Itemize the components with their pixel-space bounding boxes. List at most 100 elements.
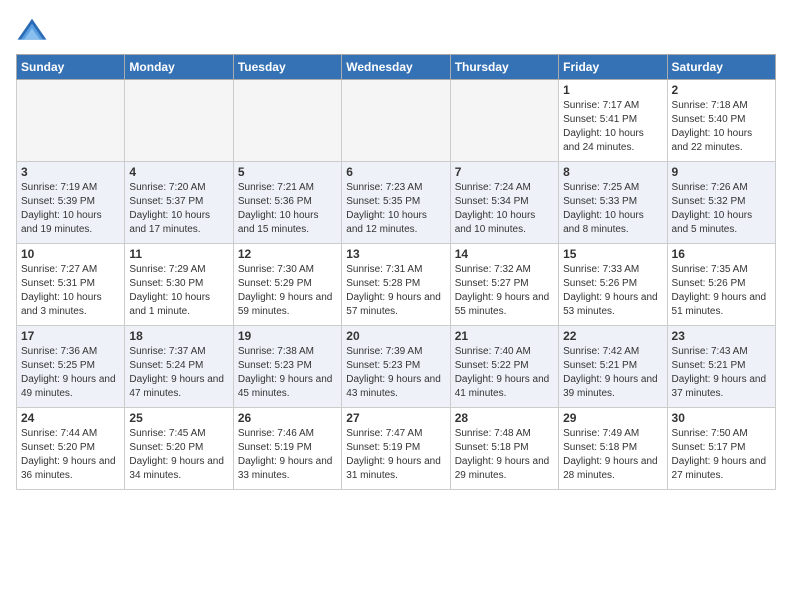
calendar-table: SundayMondayTuesdayWednesdayThursdayFrid… bbox=[16, 54, 776, 490]
calendar-cell: 14Sunrise: 7:32 AM Sunset: 5:27 PM Dayli… bbox=[450, 244, 558, 326]
header-row: SundayMondayTuesdayWednesdayThursdayFrid… bbox=[17, 55, 776, 80]
header-day: Thursday bbox=[450, 55, 558, 80]
calendar-cell: 27 Sunrise: 7:47 AM Sunset: 5:19 PM Dayli… bbox=[342, 408, 450, 490]
calendar-cell: 26 Sunrise: 7:46 AM Sunset: 5:19 PM Dayli… bbox=[233, 408, 341, 490]
day-info: Sunrise: 7:25 AM Sunset: 5:33 PM Dayligh… bbox=[563, 181, 662, 237]
day-number: 7 bbox=[455, 165, 554, 179]
day-info: Sunrise: 7:43 AM Sunset: 5:21 PM Dayligh… bbox=[672, 345, 771, 401]
day-info: Sunrise: 7:19 AM Sunset: 5:39 PM Dayligh… bbox=[21, 181, 120, 237]
day-number: 16 bbox=[672, 247, 771, 261]
header-day: Saturday bbox=[667, 55, 775, 80]
calendar-week: 1 Sunrise: 7:17 AM Sunset: 5:41 PM Daylig… bbox=[17, 80, 776, 162]
day-info: Sunrise: 7:33 AM Sunset: 5:26 PM Dayligh… bbox=[563, 263, 662, 319]
day-number: 26 bbox=[238, 411, 337, 425]
calendar-cell: 29 Sunrise: 7:49 AM Sunset: 5:18 PM Dayli… bbox=[559, 408, 667, 490]
calendar-cell: 7 Sunrise: 7:24 AM Sunset: 5:34 PM Daylig… bbox=[450, 162, 558, 244]
day-info: Sunrise: 7:23 AM Sunset: 5:35 PM Dayligh… bbox=[346, 181, 445, 237]
calendar-cell: 1 Sunrise: 7:17 AM Sunset: 5:41 PM Daylig… bbox=[559, 80, 667, 162]
day-number: 8 bbox=[563, 165, 662, 179]
day-number: 30 bbox=[672, 411, 771, 425]
day-info: Sunrise: 7:45 AM Sunset: 5:20 PM Dayligh… bbox=[129, 427, 228, 483]
calendar-cell: 21 Sunrise: 7:40 AM Sunset: 5:22 PM Dayli… bbox=[450, 326, 558, 408]
day-info: Sunrise: 7:30 AM Sunset: 5:29 PM Dayligh… bbox=[238, 263, 337, 319]
day-info: Sunrise: 7:35 AM Sunset: 5:26 PM Dayligh… bbox=[672, 263, 771, 319]
calendar-cell: 3Sunrise: 7:19 AM Sunset: 5:39 PM Daylig… bbox=[17, 162, 125, 244]
day-number: 17 bbox=[21, 329, 120, 343]
day-number: 4 bbox=[129, 165, 228, 179]
calendar-cell: 2 Sunrise: 7:18 AM Sunset: 5:40 PM Daylig… bbox=[667, 80, 775, 162]
day-number: 22 bbox=[563, 329, 662, 343]
day-info: Sunrise: 7:42 AM Sunset: 5:21 PM Dayligh… bbox=[563, 345, 662, 401]
header-day: Monday bbox=[125, 55, 233, 80]
day-number: 12 bbox=[238, 247, 337, 261]
calendar-week: 10Sunrise: 7:27 AM Sunset: 5:31 PM Dayli… bbox=[17, 244, 776, 326]
calendar-cell: 20Sunrise: 7:39 AM Sunset: 5:23 PM Dayli… bbox=[342, 326, 450, 408]
calendar-cell bbox=[17, 80, 125, 162]
calendar-cell bbox=[342, 80, 450, 162]
header-day: Friday bbox=[559, 55, 667, 80]
calendar-cell: 10Sunrise: 7:27 AM Sunset: 5:31 PM Dayli… bbox=[17, 244, 125, 326]
day-number: 11 bbox=[129, 247, 228, 261]
logo bbox=[16, 16, 52, 44]
calendar-cell: 19 Sunrise: 7:38 AM Sunset: 5:23 PM Dayli… bbox=[233, 326, 341, 408]
day-number: 14 bbox=[455, 247, 554, 261]
calendar-cell: 16 Sunrise: 7:35 AM Sunset: 5:26 PM Dayli… bbox=[667, 244, 775, 326]
day-number: 24 bbox=[21, 411, 120, 425]
day-number: 18 bbox=[129, 329, 228, 343]
calendar-cell: 17 Sunrise: 7:36 AM Sunset: 5:25 PM Dayli… bbox=[17, 326, 125, 408]
day-number: 2 bbox=[672, 83, 771, 97]
day-info: Sunrise: 7:40 AM Sunset: 5:22 PM Dayligh… bbox=[455, 345, 554, 401]
calendar-cell: 30 Sunrise: 7:50 AM Sunset: 5:17 PM Dayli… bbox=[667, 408, 775, 490]
header-day: Wednesday bbox=[342, 55, 450, 80]
day-info: Sunrise: 7:36 AM Sunset: 5:25 PM Dayligh… bbox=[21, 345, 120, 401]
header-day: Sunday bbox=[17, 55, 125, 80]
calendar-cell: 15 Sunrise: 7:33 AM Sunset: 5:26 PM Dayli… bbox=[559, 244, 667, 326]
day-number: 27 bbox=[346, 411, 445, 425]
calendar-cell: 4 Sunrise: 7:20 AM Sunset: 5:37 PM Daylig… bbox=[125, 162, 233, 244]
day-number: 15 bbox=[563, 247, 662, 261]
day-number: 1 bbox=[563, 83, 662, 97]
calendar-week: 3Sunrise: 7:19 AM Sunset: 5:39 PM Daylig… bbox=[17, 162, 776, 244]
day-info: Sunrise: 7:50 AM Sunset: 5:17 PM Dayligh… bbox=[672, 427, 771, 483]
calendar-cell: 11 Sunrise: 7:29 AM Sunset: 5:30 PM Dayli… bbox=[125, 244, 233, 326]
calendar-week: 17 Sunrise: 7:36 AM Sunset: 5:25 PM Dayli… bbox=[17, 326, 776, 408]
calendar-cell: 5Sunrise: 7:21 AM Sunset: 5:36 PM Daylig… bbox=[233, 162, 341, 244]
day-info: Sunrise: 7:17 AM Sunset: 5:41 PM Dayligh… bbox=[563, 99, 662, 155]
day-info: Sunrise: 7:20 AM Sunset: 5:37 PM Dayligh… bbox=[129, 181, 228, 237]
day-info: Sunrise: 7:44 AM Sunset: 5:20 PM Dayligh… bbox=[21, 427, 120, 483]
day-number: 25 bbox=[129, 411, 228, 425]
day-info: Sunrise: 7:18 AM Sunset: 5:40 PM Dayligh… bbox=[672, 99, 771, 155]
header-day: Tuesday bbox=[233, 55, 341, 80]
day-info: Sunrise: 7:21 AM Sunset: 5:36 PM Dayligh… bbox=[238, 181, 337, 237]
day-number: 9 bbox=[672, 165, 771, 179]
day-number: 21 bbox=[455, 329, 554, 343]
calendar-cell: 24 Sunrise: 7:44 AM Sunset: 5:20 PM Dayli… bbox=[17, 408, 125, 490]
calendar-cell: 25 Sunrise: 7:45 AM Sunset: 5:20 PM Dayli… bbox=[125, 408, 233, 490]
day-number: 20 bbox=[346, 329, 445, 343]
calendar-cell: 28 Sunrise: 7:48 AM Sunset: 5:18 PM Dayli… bbox=[450, 408, 558, 490]
day-info: Sunrise: 7:48 AM Sunset: 5:18 PM Dayligh… bbox=[455, 427, 554, 483]
day-info: Sunrise: 7:26 AM Sunset: 5:32 PM Dayligh… bbox=[672, 181, 771, 237]
calendar-cell: 9 Sunrise: 7:26 AM Sunset: 5:32 PM Daylig… bbox=[667, 162, 775, 244]
page-header bbox=[16, 16, 776, 44]
day-number: 6 bbox=[346, 165, 445, 179]
day-info: Sunrise: 7:24 AM Sunset: 5:34 PM Dayligh… bbox=[455, 181, 554, 237]
calendar-cell: 18 Sunrise: 7:37 AM Sunset: 5:24 PM Dayli… bbox=[125, 326, 233, 408]
calendar-cell: 6 Sunrise: 7:23 AM Sunset: 5:35 PM Daylig… bbox=[342, 162, 450, 244]
day-info: Sunrise: 7:49 AM Sunset: 5:18 PM Dayligh… bbox=[563, 427, 662, 483]
calendar-cell: 23Sunrise: 7:43 AM Sunset: 5:21 PM Dayli… bbox=[667, 326, 775, 408]
day-info: Sunrise: 7:29 AM Sunset: 5:30 PM Dayligh… bbox=[129, 263, 228, 319]
day-info: Sunrise: 7:27 AM Sunset: 5:31 PM Dayligh… bbox=[21, 263, 120, 319]
day-number: 29 bbox=[563, 411, 662, 425]
day-info: Sunrise: 7:38 AM Sunset: 5:23 PM Dayligh… bbox=[238, 345, 337, 401]
day-info: Sunrise: 7:46 AM Sunset: 5:19 PM Dayligh… bbox=[238, 427, 337, 483]
day-number: 19 bbox=[238, 329, 337, 343]
calendar-cell: 13Sunrise: 7:31 AM Sunset: 5:28 PM Dayli… bbox=[342, 244, 450, 326]
calendar-cell: 12 Sunrise: 7:30 AM Sunset: 5:29 PM Dayli… bbox=[233, 244, 341, 326]
calendar-cell: 22 Sunrise: 7:42 AM Sunset: 5:21 PM Dayli… bbox=[559, 326, 667, 408]
day-number: 28 bbox=[455, 411, 554, 425]
day-info: Sunrise: 7:47 AM Sunset: 5:19 PM Dayligh… bbox=[346, 427, 445, 483]
day-info: Sunrise: 7:37 AM Sunset: 5:24 PM Dayligh… bbox=[129, 345, 228, 401]
calendar-week: 24 Sunrise: 7:44 AM Sunset: 5:20 PM Dayli… bbox=[17, 408, 776, 490]
logo-icon bbox=[16, 16, 48, 44]
